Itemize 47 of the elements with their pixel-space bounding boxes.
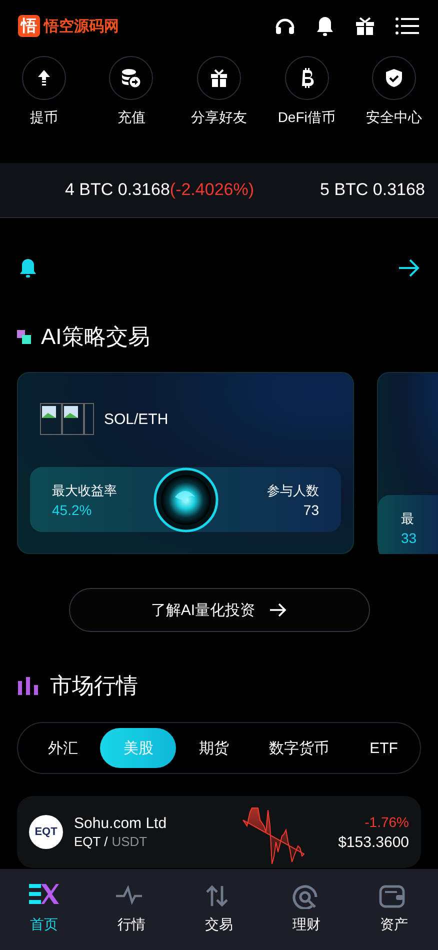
image-frame-icon xyxy=(84,403,94,435)
quick-action-button[interactable]: 分享好友 xyxy=(190,56,247,132)
arrow-right-icon xyxy=(269,603,288,617)
bell-icon[interactable] xyxy=(314,15,336,37)
nav-tab[interactable]: 交易 xyxy=(175,869,263,950)
ticker-item: 5 BTC 0.3168 xyxy=(320,180,425,200)
coins-icon xyxy=(119,66,144,90)
nav-tab[interactable]: 资产 xyxy=(350,869,438,950)
section-title: 市场行情 xyxy=(50,672,138,700)
nav-tab[interactable]: 理财 xyxy=(262,869,350,950)
market-tab[interactable]: 数字货币 xyxy=(251,728,348,768)
market-tab[interactable]: 期货 xyxy=(180,728,247,768)
stat-label: 最大收益率 xyxy=(52,482,117,500)
stat-label: 最 xyxy=(401,510,415,528)
arrow-right-icon[interactable] xyxy=(398,258,420,278)
ticker-item: 4 BTC 0.3168(-2.4026%) xyxy=(65,180,254,200)
quick-action-button[interactable]: 安全中心 xyxy=(366,56,422,132)
price: $153.3600 xyxy=(338,834,409,850)
section-title: AI策略交易 xyxy=(41,323,150,351)
logo-text: 悟空源码网 xyxy=(44,16,119,36)
market-tab[interactable]: ETF xyxy=(352,728,416,768)
stat-value: 33 xyxy=(401,530,417,546)
broken-image-icon xyxy=(62,403,84,435)
broken-image-icon xyxy=(40,403,62,435)
market-tab[interactable]: 外汇 xyxy=(30,728,96,768)
quick-action-button[interactable]: DeFi借币 xyxy=(278,56,336,132)
nav-tab[interactable]: 行情 xyxy=(88,869,176,950)
strategy-card[interactable]: SOL/ETH 最大收益率 45.2% 参与人数 73 xyxy=(17,372,354,554)
pair-name: SOL/ETH xyxy=(104,410,168,428)
squares-icon xyxy=(17,330,31,344)
orb-icon xyxy=(152,466,218,532)
strategy-card[interactable]: 最 33 xyxy=(377,372,438,554)
nav-tab[interactable]: 首页 xyxy=(0,869,88,950)
company-name: Sohu.com Ltd xyxy=(74,815,167,832)
gift-icon[interactable] xyxy=(354,15,376,37)
market-row[interactable]: EQT Sohu.com Ltd EQT / USDT -1.76% $153.3600 xyxy=(17,796,421,868)
stat-value: 45.2% xyxy=(52,502,93,518)
price-change: -1.76% xyxy=(364,814,409,830)
learn-more-button[interactable]: 了解AI量化投资 xyxy=(68,588,370,632)
trading-pair: EQT / USDT xyxy=(74,834,148,849)
bar-chart-icon xyxy=(18,677,38,695)
bell-icon xyxy=(18,256,38,278)
menu-icon[interactable] xyxy=(394,15,420,37)
stat-value: 73 xyxy=(303,502,319,518)
logo-mark: 悟 xyxy=(18,15,40,37)
company-logo: EQT xyxy=(29,815,63,849)
stat-label: 参与人数 xyxy=(267,482,319,500)
